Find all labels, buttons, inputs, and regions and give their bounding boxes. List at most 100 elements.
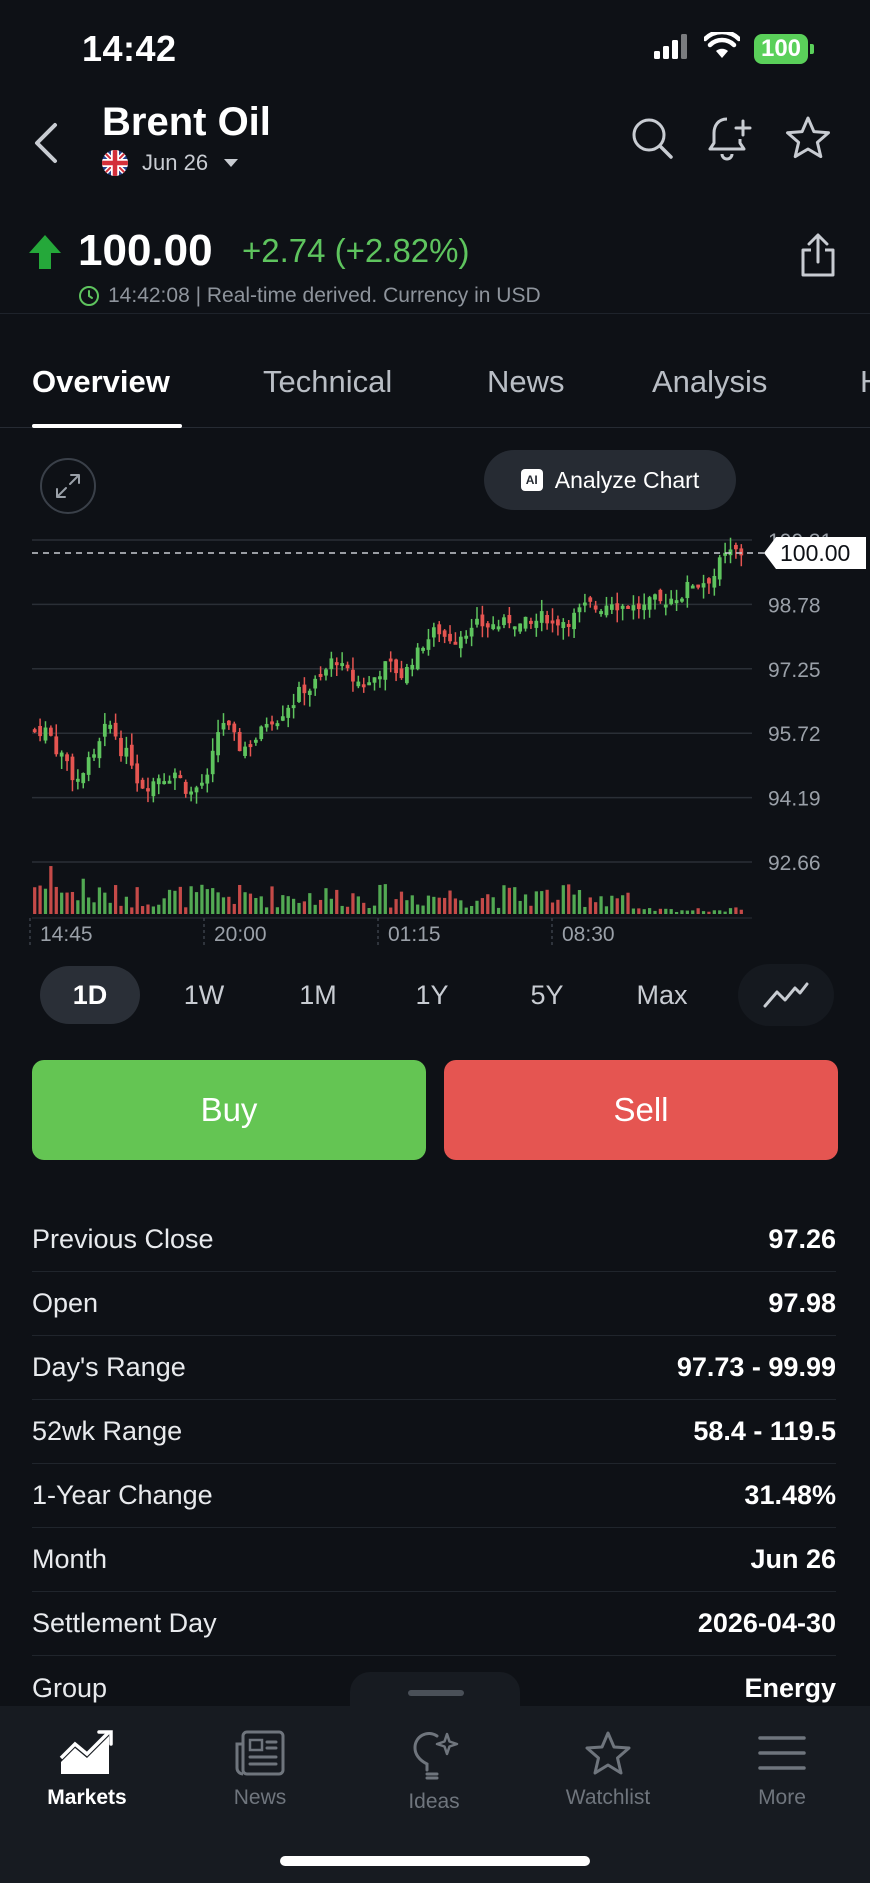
timeframe-max[interactable]: Max <box>612 966 712 1024</box>
candle-body <box>491 624 496 630</box>
candle-body <box>302 684 307 694</box>
candle-body <box>647 597 652 610</box>
volume-bar <box>335 889 339 914</box>
volume-bar <box>426 895 431 914</box>
x-tick-label: 20:00 <box>214 923 267 946</box>
status-time: 14:42 <box>82 28 177 69</box>
search-button[interactable] <box>628 114 676 162</box>
volume-bar <box>685 910 689 914</box>
candle-body <box>394 659 398 674</box>
price-chart[interactable]: 100.3198.7897.2595.7294.1992.6614:4520:0… <box>0 528 870 948</box>
candle-body <box>129 744 134 766</box>
volume-bar <box>238 884 242 914</box>
volume-bar <box>178 886 182 914</box>
nav-more[interactable]: More <box>712 1730 852 1810</box>
volume-bar <box>658 908 663 914</box>
candle-body <box>383 661 388 680</box>
volume-bar <box>33 887 37 914</box>
nav-markets[interactable]: Markets <box>17 1730 157 1810</box>
stat-row: Settlement Day 2026-04-30 <box>32 1592 836 1656</box>
timeframe-selector: 1D 1W 1M 1Y 5Y Max <box>0 964 870 1026</box>
volume-bar <box>507 887 511 914</box>
tab-news[interactable]: News <box>487 364 565 400</box>
buy-button[interactable]: Buy <box>32 1060 426 1160</box>
candle-body <box>469 627 474 637</box>
share-button[interactable] <box>798 232 838 283</box>
candle-body <box>81 773 86 784</box>
timeframe-1m[interactable]: 1M <box>268 966 368 1024</box>
volume-bar <box>469 905 474 914</box>
contract-selector[interactable]: Jun 26 <box>102 150 239 176</box>
timeframe-1y[interactable]: 1Y <box>382 966 482 1024</box>
candle-body <box>200 782 204 786</box>
candle-body <box>329 658 334 670</box>
candle-body <box>593 605 598 610</box>
ai-chat-icon: AI <box>520 469 543 491</box>
sell-button[interactable]: Sell <box>444 1060 838 1160</box>
volume-bar <box>486 894 490 914</box>
timeframe-5y[interactable]: 5Y <box>497 966 597 1024</box>
candle-body <box>399 668 404 679</box>
candle-body <box>475 618 479 625</box>
back-button[interactable] <box>22 116 70 170</box>
add-alert-button[interactable] <box>706 114 754 162</box>
tab-analysis[interactable]: Analysis <box>652 364 767 400</box>
volume-bar <box>718 910 722 914</box>
volume-bar <box>318 899 323 914</box>
candle-body <box>653 594 657 600</box>
ideas-icon <box>413 1732 459 1780</box>
volume-bar <box>523 894 528 914</box>
candle-body <box>65 754 69 762</box>
volume-bar <box>669 909 673 914</box>
volume-bar <box>610 895 614 914</box>
tab-overview[interactable]: Overview <box>32 364 170 400</box>
chart-type-button[interactable] <box>738 964 834 1026</box>
candle-body <box>102 723 107 737</box>
candle-body <box>32 729 37 733</box>
nav-watchlist[interactable]: Watchlist <box>538 1730 678 1810</box>
candle-body <box>663 604 668 608</box>
timeframe-1d[interactable]: 1D <box>40 966 140 1024</box>
timeframe-1w[interactable]: 1W <box>154 966 254 1024</box>
volume-bar <box>691 910 695 914</box>
candle-body <box>92 754 96 758</box>
sheet-handle <box>408 1690 464 1696</box>
search-icon <box>632 118 673 159</box>
x-tick-label: 01:15 <box>388 923 441 946</box>
watchlist-star-button[interactable] <box>784 114 832 162</box>
stat-label: Day's Range <box>32 1352 186 1382</box>
candle-body <box>636 603 641 610</box>
nav-news[interactable]: News <box>190 1730 330 1810</box>
volume-bar <box>151 906 155 914</box>
stat-row: 52wk Range 58.4 - 119.5 <box>32 1400 836 1464</box>
candle-body <box>194 787 199 793</box>
nav-label: News <box>233 1786 287 1809</box>
volume-bar <box>103 892 107 914</box>
nav-ideas[interactable]: Ideas <box>364 1730 504 1814</box>
news-icon <box>235 1730 285 1776</box>
candle-body <box>631 605 636 611</box>
candle-body <box>410 664 415 670</box>
volume-bar <box>604 906 609 914</box>
candle-body <box>135 763 140 784</box>
clock-icon <box>79 286 99 306</box>
y-tick-label: 95.72 <box>768 723 821 746</box>
y-tick-label: 94.19 <box>768 788 821 811</box>
analyze-chart-label: Analyze Chart <box>554 466 700 493</box>
volume-bar <box>43 888 48 914</box>
price-meta-text: 14:42:08 | Real-time derived. Currency i… <box>108 284 541 307</box>
star-icon <box>786 116 830 159</box>
candle-body <box>210 750 215 775</box>
volume-bar <box>437 897 441 914</box>
candle-body <box>431 627 436 638</box>
tab-technical[interactable]: Technical <box>263 364 392 400</box>
volume-bar <box>340 905 344 914</box>
tab-more-partial[interactable]: H <box>860 364 870 400</box>
expand-chart-button[interactable] <box>40 458 96 514</box>
volume-bar <box>81 878 85 914</box>
candle-body <box>582 602 587 606</box>
analyze-chart-button[interactable]: AI Analyze Chart <box>484 450 736 510</box>
candle-body <box>426 639 431 650</box>
volume-bar <box>464 907 468 914</box>
stat-label: Group <box>32 1672 108 1703</box>
